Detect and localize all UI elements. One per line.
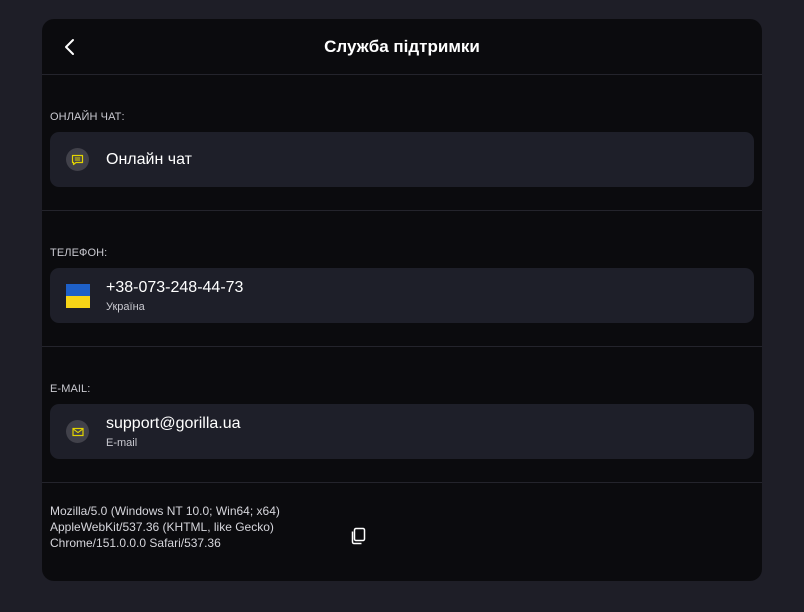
user-agent-line: Chrome/151.0.0.0 Safari/537.36 — [50, 536, 221, 550]
chat-icon — [66, 148, 89, 171]
phone-country: Україна — [106, 301, 145, 313]
phone-card[interactable]: +38-073-248-44-73 Україна — [50, 268, 754, 323]
phone-number: +38-073-248-44-73 — [106, 279, 244, 296]
footer: Mozilla/5.0 (Windows NT 10.0; Win64; x64… — [42, 483, 762, 571]
email-section-label: E-MAIL: — [50, 383, 91, 395]
user-agent-text: Mozilla/5.0 (Windows NT 10.0; Win64; x64… — [50, 503, 340, 551]
phone-section: ТЕЛЕФОН: +38-073-248-44-73 Україна — [42, 211, 762, 347]
phone-section-label: ТЕЛЕФОН: — [50, 247, 108, 259]
online-chat-title: Онлайн чат — [106, 151, 192, 168]
page-title: Служба підтримки — [324, 37, 480, 56]
chat-section-label: ОНЛАЙН ЧАТ: — [50, 111, 125, 123]
copy-button[interactable] — [348, 526, 368, 546]
ukraine-flag-icon — [66, 284, 90, 308]
chat-section: ОНЛАЙН ЧАТ: Онлайн чат — [42, 75, 762, 211]
email-address: support@gorilla.ua — [106, 415, 241, 432]
user-agent-line: Mozilla/5.0 (Windows NT 10.0; Win64; x64… — [50, 504, 280, 518]
user-agent-line: AppleWebKit/537.36 (KHTML, like Gecko) — [50, 520, 274, 534]
support-modal: Служба підтримки ОНЛАЙН ЧАТ: Онлайн чат … — [42, 19, 762, 581]
email-card[interactable]: support@gorilla.ua E-mail — [50, 404, 754, 459]
modal-header: Служба підтримки — [42, 19, 762, 75]
mail-icon — [66, 420, 89, 443]
copy-icon — [351, 527, 366, 545]
online-chat-card[interactable]: Онлайн чат — [50, 132, 754, 187]
email-type-label: E-mail — [106, 437, 138, 449]
email-section: E-MAIL: support@gorilla.ua E-mail — [42, 347, 762, 483]
